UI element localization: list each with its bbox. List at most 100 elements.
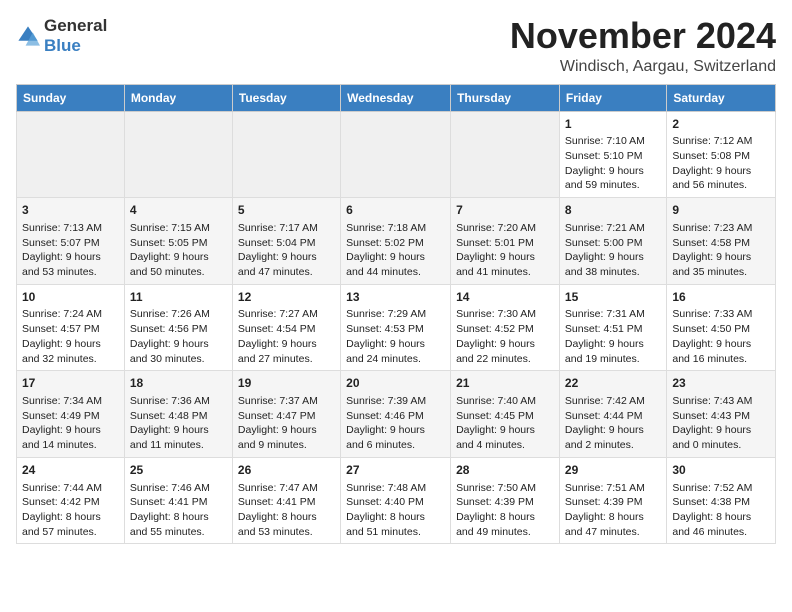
calendar-cell: 28Sunrise: 7:50 AMSunset: 4:39 PMDayligh… (451, 457, 560, 544)
day-number: 8 (565, 202, 661, 219)
day-info: Sunrise: 7:20 AM (456, 221, 554, 236)
day-number: 19 (238, 375, 335, 392)
day-number: 4 (130, 202, 227, 219)
day-info: Sunset: 5:00 PM (565, 236, 661, 251)
day-info: Sunrise: 7:51 AM (565, 481, 661, 496)
day-info: Sunset: 4:39 PM (456, 495, 554, 510)
day-info: Sunset: 4:56 PM (130, 322, 227, 337)
calendar-week-row: 3Sunrise: 7:13 AMSunset: 5:07 PMDaylight… (17, 198, 776, 285)
calendar-cell: 19Sunrise: 7:37 AMSunset: 4:47 PMDayligh… (232, 371, 340, 458)
calendar-cell: 14Sunrise: 7:30 AMSunset: 4:52 PMDayligh… (451, 284, 560, 371)
day-info: Daylight: 9 hours and 56 minutes. (672, 164, 770, 193)
logo: General Blue (16, 16, 107, 55)
day-info: Sunset: 4:52 PM (456, 322, 554, 337)
logo-icon (16, 24, 40, 48)
day-info: Daylight: 9 hours and 24 minutes. (346, 337, 445, 366)
weekday-header-saturday: Saturday (667, 84, 776, 111)
day-info: Daylight: 9 hours and 11 minutes. (130, 423, 227, 452)
day-info: Sunset: 4:45 PM (456, 409, 554, 424)
calendar-cell: 12Sunrise: 7:27 AMSunset: 4:54 PMDayligh… (232, 284, 340, 371)
calendar-cell: 17Sunrise: 7:34 AMSunset: 4:49 PMDayligh… (17, 371, 125, 458)
day-info: Sunrise: 7:21 AM (565, 221, 661, 236)
day-info: Sunset: 4:47 PM (238, 409, 335, 424)
day-number: 1 (565, 116, 661, 133)
day-info: Sunset: 4:50 PM (672, 322, 770, 337)
day-info: Daylight: 8 hours and 49 minutes. (456, 510, 554, 539)
weekday-header-row: SundayMondayTuesdayWednesdayThursdayFrid… (17, 84, 776, 111)
calendar-cell: 13Sunrise: 7:29 AMSunset: 4:53 PMDayligh… (341, 284, 451, 371)
day-info: Daylight: 8 hours and 47 minutes. (565, 510, 661, 539)
day-number: 26 (238, 462, 335, 479)
calendar-cell (124, 111, 232, 198)
day-number: 17 (22, 375, 119, 392)
day-number: 30 (672, 462, 770, 479)
day-info: Sunrise: 7:26 AM (130, 307, 227, 322)
weekday-header-tuesday: Tuesday (232, 84, 340, 111)
day-info: Sunrise: 7:17 AM (238, 221, 335, 236)
calendar-cell: 6Sunrise: 7:18 AMSunset: 5:02 PMDaylight… (341, 198, 451, 285)
day-info: Sunset: 5:10 PM (565, 149, 661, 164)
calendar-cell: 7Sunrise: 7:20 AMSunset: 5:01 PMDaylight… (451, 198, 560, 285)
day-info: Sunset: 4:42 PM (22, 495, 119, 510)
calendar-cell: 11Sunrise: 7:26 AMSunset: 4:56 PMDayligh… (124, 284, 232, 371)
day-info: Daylight: 9 hours and 35 minutes. (672, 250, 770, 279)
day-info: Daylight: 8 hours and 51 minutes. (346, 510, 445, 539)
day-info: Daylight: 9 hours and 2 minutes. (565, 423, 661, 452)
calendar-cell: 3Sunrise: 7:13 AMSunset: 5:07 PMDaylight… (17, 198, 125, 285)
calendar-cell: 1Sunrise: 7:10 AMSunset: 5:10 PMDaylight… (559, 111, 666, 198)
day-number: 5 (238, 202, 335, 219)
day-info: Daylight: 9 hours and 4 minutes. (456, 423, 554, 452)
day-number: 10 (22, 289, 119, 306)
day-number: 6 (346, 202, 445, 219)
day-info: Daylight: 9 hours and 0 minutes. (672, 423, 770, 452)
calendar-cell: 22Sunrise: 7:42 AMSunset: 4:44 PMDayligh… (559, 371, 666, 458)
day-info: Sunrise: 7:42 AM (565, 394, 661, 409)
calendar-title-area: November 2024 Windisch, Aargau, Switzerl… (510, 16, 776, 76)
calendar-cell: 24Sunrise: 7:44 AMSunset: 4:42 PMDayligh… (17, 457, 125, 544)
day-number: 9 (672, 202, 770, 219)
day-info: Sunset: 4:39 PM (565, 495, 661, 510)
day-info: Sunset: 5:07 PM (22, 236, 119, 251)
weekday-header-sunday: Sunday (17, 84, 125, 111)
day-info: Sunset: 5:08 PM (672, 149, 770, 164)
day-info: Sunrise: 7:27 AM (238, 307, 335, 322)
logo-text-blue: Blue (44, 36, 107, 56)
calendar-cell: 23Sunrise: 7:43 AMSunset: 4:43 PMDayligh… (667, 371, 776, 458)
day-info: Daylight: 9 hours and 50 minutes. (130, 250, 227, 279)
calendar-cell: 30Sunrise: 7:52 AMSunset: 4:38 PMDayligh… (667, 457, 776, 544)
day-info: Sunset: 4:57 PM (22, 322, 119, 337)
day-info: Sunrise: 7:18 AM (346, 221, 445, 236)
calendar-cell: 2Sunrise: 7:12 AMSunset: 5:08 PMDaylight… (667, 111, 776, 198)
day-number: 29 (565, 462, 661, 479)
day-info: Daylight: 9 hours and 53 minutes. (22, 250, 119, 279)
day-info: Sunset: 5:02 PM (346, 236, 445, 251)
day-number: 21 (456, 375, 554, 392)
day-info: Sunset: 4:40 PM (346, 495, 445, 510)
calendar-cell: 15Sunrise: 7:31 AMSunset: 4:51 PMDayligh… (559, 284, 666, 371)
day-number: 15 (565, 289, 661, 306)
day-info: Sunrise: 7:24 AM (22, 307, 119, 322)
calendar-cell: 18Sunrise: 7:36 AMSunset: 4:48 PMDayligh… (124, 371, 232, 458)
day-info: Sunrise: 7:15 AM (130, 221, 227, 236)
day-info: Sunrise: 7:50 AM (456, 481, 554, 496)
day-info: Sunrise: 7:34 AM (22, 394, 119, 409)
calendar-cell: 9Sunrise: 7:23 AMSunset: 4:58 PMDaylight… (667, 198, 776, 285)
calendar-week-row: 10Sunrise: 7:24 AMSunset: 4:57 PM Dayligh… (17, 284, 776, 371)
day-info: Sunset: 4:58 PM (672, 236, 770, 251)
day-info: Sunrise: 7:12 AM (672, 134, 770, 149)
day-info: Sunset: 4:54 PM (238, 322, 335, 337)
day-number: 16 (672, 289, 770, 306)
day-info: Daylight: 8 hours and 55 minutes. (130, 510, 227, 539)
day-info: Daylight: 9 hours and 30 minutes. (130, 337, 227, 366)
calendar-week-row: 24Sunrise: 7:44 AMSunset: 4:42 PMDayligh… (17, 457, 776, 544)
day-info: Sunrise: 7:33 AM (672, 307, 770, 322)
day-info: Sunrise: 7:30 AM (456, 307, 554, 322)
day-info: Sunrise: 7:36 AM (130, 394, 227, 409)
day-info: Sunrise: 7:13 AM (22, 221, 119, 236)
day-info: Sunrise: 7:37 AM (238, 394, 335, 409)
calendar-week-row: 1Sunrise: 7:10 AMSunset: 5:10 PMDaylight… (17, 111, 776, 198)
weekday-header-monday: Monday (124, 84, 232, 111)
day-info: Sunrise: 7:48 AM (346, 481, 445, 496)
day-info: Sunset: 4:43 PM (672, 409, 770, 424)
day-info: Sunrise: 7:40 AM (456, 394, 554, 409)
